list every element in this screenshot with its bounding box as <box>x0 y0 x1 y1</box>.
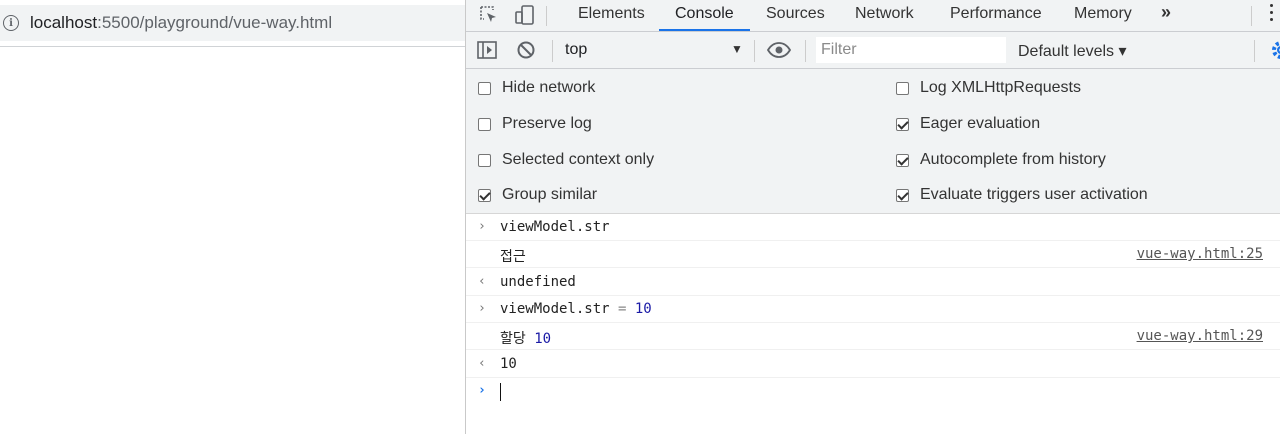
result-arrow-icon: ‹ <box>478 356 486 371</box>
console-input-text: viewModel.str <box>500 219 610 235</box>
inspect-element-icon[interactable] <box>476 3 502 27</box>
checkbox[interactable] <box>478 153 491 167</box>
separator <box>552 40 553 62</box>
console-log-row: 할당 10 vue-way.html:29 <box>466 323 1280 350</box>
setting-label: Eager evaluation <box>920 115 1041 132</box>
gear-icon[interactable] <box>1269 40 1280 60</box>
setting-label: Preserve log <box>502 115 592 132</box>
tab-network[interactable]: Network <box>855 0 914 31</box>
console-input-row: › viewModel.str = 10 <box>466 296 1280 323</box>
url-text[interactable]: localhost:5500/playground/vue-way.html <box>30 13 332 33</box>
setting-hide-network[interactable]: Hide network <box>478 79 595 97</box>
console-result-row: ‹ 10 <box>466 351 1280 378</box>
console-input-text: viewModel.str = 10 <box>500 301 652 317</box>
devtools-panel: Elements Console Sources Network Perform… <box>465 0 1280 434</box>
address-bar[interactable]: i localhost:5500/playground/vue-way.html <box>0 5 465 41</box>
setting-selected-context-only[interactable]: Selected context only <box>478 151 654 169</box>
expression-text: viewModel.str <box>500 301 610 317</box>
browser-page: i localhost:5500/playground/vue-way.html <box>0 0 465 434</box>
log-levels-dropdown[interactable]: Default levels ▾ <box>1018 41 1127 61</box>
console-result-text: undefined <box>500 274 576 290</box>
operator-text: = <box>609 301 635 317</box>
setting-autocomplete-history[interactable]: Autocomplete from history <box>896 151 1106 169</box>
setting-label: Evaluate triggers user activation <box>920 186 1148 203</box>
context-selector[interactable]: top <box>565 41 587 59</box>
tab-performance[interactable]: Performance <box>950 0 1042 31</box>
device-toolbar-icon[interactable] <box>512 3 538 27</box>
console-prompt-row[interactable]: › <box>466 378 1280 405</box>
tab-sources[interactable]: Sources <box>766 0 825 31</box>
console-output: › viewModel.str 접근 vue-way.html:25 ‹ und… <box>466 214 1280 434</box>
setting-label: Log XMLHttpRequests <box>920 79 1081 96</box>
setting-label: Group similar <box>502 186 598 203</box>
setting-label: Hide network <box>502 79 596 96</box>
setting-label: Autocomplete from history <box>920 151 1106 168</box>
result-arrow-icon: ‹ <box>478 274 486 289</box>
tab-memory[interactable]: Memory <box>1074 0 1132 31</box>
prompt-chevron-icon: › <box>478 383 486 398</box>
info-icon[interactable]: i <box>3 15 19 31</box>
input-chevron-icon: › <box>478 301 486 316</box>
setting-eager-evaluation[interactable]: Eager evaluation <box>896 115 1040 133</box>
setting-label: Selected context only <box>502 151 655 168</box>
input-chevron-icon: › <box>478 219 486 234</box>
separator <box>1251 6 1252 26</box>
live-expression-eye-icon[interactable] <box>766 41 792 64</box>
log-message: 할당 <box>500 331 535 347</box>
checkbox[interactable] <box>478 81 491 95</box>
number-literal: 10 <box>634 301 652 317</box>
console-settings-pane: Hide network Preserve log Selected conte… <box>466 69 1280 214</box>
checkbox[interactable] <box>478 117 491 131</box>
console-log-text: 접근 <box>500 249 526 265</box>
source-link[interactable]: vue-way.html:29 <box>1137 328 1263 344</box>
number-value: 10 <box>534 331 552 347</box>
setting-preserve-log[interactable]: Preserve log <box>478 115 592 133</box>
console-input-row: › viewModel.str <box>466 214 1280 241</box>
sidebar-toggle-icon[interactable] <box>476 40 498 65</box>
separator <box>546 6 547 26</box>
setting-group-similar[interactable]: Group similar <box>478 186 597 204</box>
checkbox[interactable] <box>896 188 909 202</box>
separator <box>805 40 806 62</box>
text-caret <box>500 383 501 401</box>
checkbox[interactable] <box>478 188 491 202</box>
chevron-down-icon[interactable]: ▼ <box>731 42 743 56</box>
more-options-icon[interactable] <box>1270 4 1274 21</box>
url-path: :5500/playground/vue-way.html <box>97 13 333 32</box>
tab-console[interactable]: Console <box>659 0 750 31</box>
clear-console-icon[interactable] <box>516 40 536 65</box>
tab-elements[interactable]: Elements <box>578 0 645 31</box>
setting-log-xhr[interactable]: Log XMLHttpRequests <box>896 79 1081 97</box>
console-log-row: 접근 vue-way.html:25 <box>466 241 1280 268</box>
console-result-row: ‹ undefined <box>466 269 1280 296</box>
more-tabs-button[interactable]: » <box>1161 2 1171 23</box>
devtools-tabbar: Elements Console Sources Network Perform… <box>466 0 1280 32</box>
separator <box>754 40 755 62</box>
separator <box>1254 40 1255 62</box>
filter-input[interactable] <box>816 37 1006 63</box>
source-link[interactable]: vue-way.html:25 <box>1137 246 1263 262</box>
console-result-text: 10 <box>500 356 517 372</box>
url-host: localhost <box>30 13 98 32</box>
checkbox[interactable] <box>896 81 909 95</box>
setting-evaluate-triggers-activation[interactable]: Evaluate triggers user activation <box>896 186 1148 204</box>
divider <box>0 46 465 47</box>
console-log-text: 할당 10 <box>500 328 551 348</box>
console-prompt-input[interactable] <box>500 383 501 401</box>
console-toolbar: top ▼ Default levels ▾ <box>466 32 1280 69</box>
checkbox[interactable] <box>896 117 909 131</box>
checkbox[interactable] <box>896 153 909 167</box>
